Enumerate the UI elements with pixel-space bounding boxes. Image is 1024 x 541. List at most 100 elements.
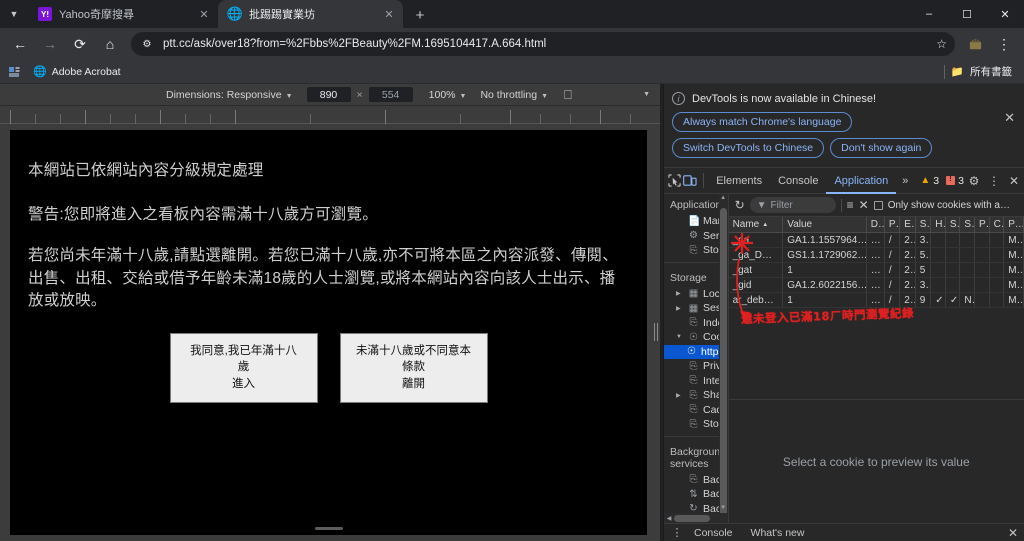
agree-enter-button[interactable]: 我同意,我已年滿十八歲 進入	[169, 332, 318, 403]
dimensions-selector[interactable]: Dimensions: Responsive ▼	[166, 89, 293, 101]
column-header-value[interactable]: Value	[783, 217, 867, 232]
column-label: Name	[732, 219, 760, 230]
cell-crosssite	[990, 248, 1005, 262]
viewport-width-input[interactable]	[306, 87, 351, 102]
always-match-language-button[interactable]: Always match Chrome's language	[672, 112, 853, 132]
column-header-path[interactable]: P…	[885, 217, 901, 232]
table-icon: ▦	[688, 288, 699, 300]
delete-selected-cookie-icon[interactable]: ✕	[859, 198, 869, 212]
database-icon: ⎘	[689, 360, 698, 372]
chevron-right-icon[interactable]: ▶	[676, 392, 684, 399]
all-bookmarks-button[interactable]: 📁 所有書籤	[943, 64, 1016, 79]
yahoo-icon: Y!	[38, 7, 52, 21]
tab-elements[interactable]: Elements	[708, 168, 770, 194]
devtools-language-banner: i DevTools is now available in Chinese! …	[664, 84, 1024, 168]
throttling-selector[interactable]: No throttling ▼	[480, 89, 548, 101]
cookies-table: Name ▲ Value D… P… E… S… H… S… S… P… C… …	[728, 217, 1024, 400]
table-icon: ▦	[688, 302, 699, 314]
scroll-up-icon[interactable]: ▲	[720, 195, 727, 201]
tab-search-icon[interactable]: ▼	[0, 0, 28, 28]
column-header-priority[interactable]: P…	[1004, 217, 1024, 232]
zoom-selector[interactable]: 100% ▼	[429, 89, 467, 101]
home-icon[interactable]: ⌂	[96, 30, 124, 58]
drawer-tab-whats-new[interactable]: What's new	[743, 527, 813, 539]
filter-input[interactable]: ▼ Filter	[749, 197, 836, 213]
address-bar[interactable]: ⚙ ptt.cc/ask/over18?from=%2Fbbs%2FBeauty…	[131, 32, 955, 56]
cell-expires: 2…	[900, 278, 916, 292]
reload-icon[interactable]: ⟳	[66, 30, 94, 58]
column-header-secure[interactable]: S…	[946, 217, 961, 232]
maximize-button[interactable]: ☐	[948, 0, 986, 28]
chevron-down-icon[interactable]: ▼	[676, 334, 684, 340]
column-header-domain[interactable]: D…	[867, 217, 885, 232]
column-header-name[interactable]: Name ▲	[729, 217, 784, 232]
cell-domain: …	[867, 278, 885, 292]
back-icon[interactable]: ←	[6, 30, 34, 58]
close-icon[interactable]: ✕	[1004, 110, 1015, 126]
chevron-right-icon[interactable]: ▶	[676, 305, 684, 312]
site-settings-icon[interactable]: ⚙	[139, 36, 155, 52]
bookmark-star-icon[interactable]: ☆	[936, 37, 947, 51]
cell-path: /	[885, 278, 901, 292]
bookmark-adobe-acrobat[interactable]: 🌐 Adobe Acrobat	[28, 63, 126, 80]
dont-show-again-button[interactable]: Don't show again	[830, 138, 933, 158]
switch-to-chinese-button[interactable]: Switch DevTools to Chinese	[672, 138, 825, 158]
minimize-button[interactable]: –	[910, 0, 948, 28]
table-row[interactable]: _ga_D… GS1.1.1729062… … / 2… 5… M…	[728, 248, 1024, 263]
rotate-device-icon[interactable]: ⎕	[564, 87, 572, 103]
browser-menu-icon[interactable]: ⋮	[990, 30, 1018, 58]
device-toolbar-overflow-icon[interactable]: ▼	[643, 91, 650, 98]
close-icon[interactable]: ✕	[196, 6, 212, 22]
forward-icon[interactable]: →	[36, 30, 64, 58]
close-icon[interactable]: ✕	[381, 6, 397, 22]
inspect-element-icon[interactable]	[667, 169, 682, 193]
decline-leave-button[interactable]: 未滿十八歲或不同意本條款 離開	[339, 332, 488, 403]
chevron-right-icon[interactable]: ▶	[676, 290, 684, 297]
table-row[interactable]: _gat 1 … / 2… 5 M…	[728, 263, 1024, 278]
sidebar-horizontal-scrollbar[interactable]: ◀ ▶	[664, 513, 728, 524]
application-sidebar: Application 📄 Manifest ⚙ Service workers…	[664, 194, 729, 524]
apps-grid-icon[interactable]	[8, 65, 22, 79]
scrollbar-thumb[interactable]	[674, 514, 710, 522]
browser-tab-2[interactable]: 🌐 批踢踢實業坊 ✕	[218, 0, 403, 28]
table-row[interactable]: _gid GA1.2.6022156… … / 2… 3… M…	[728, 278, 1024, 293]
scroll-down-icon[interactable]: ▼	[720, 505, 727, 511]
warning-count-value: 3	[933, 174, 940, 187]
column-header-crosssite[interactable]: C…	[990, 217, 1005, 232]
tab-console[interactable]: Console	[770, 168, 826, 194]
close-devtools-icon[interactable]: ✕	[1004, 169, 1024, 193]
only-show-cookies-checkbox[interactable]	[873, 200, 883, 210]
issue-counts[interactable]: ▲ 3 3	[920, 174, 964, 187]
scrollbar-thumb[interactable]	[719, 208, 727, 524]
table-row[interactable]: _ga GA1.1.1557964… … / 2… 3… M…	[728, 233, 1024, 248]
cell-secure	[946, 278, 961, 292]
sidebar-vertical-scrollbar[interactable]: ▲ ▼	[718, 194, 728, 524]
close-drawer-icon[interactable]: ✕	[1008, 526, 1018, 540]
browser-window: ▼ Y! Yahoo奇摩搜尋 ✕ 🌐 批踢踢實業坊 ✕ + – ☐ ✕ ← → …	[0, 0, 1024, 541]
refresh-icon[interactable]: ↻	[735, 198, 745, 212]
close-window-button[interactable]: ✕	[986, 0, 1024, 28]
column-header-expires[interactable]: E…	[900, 217, 916, 232]
table-row[interactable]: ar_deb… 1 … / 2… 9 ✓ ✓ N… M…	[728, 293, 1024, 308]
viewport-height-input[interactable]	[368, 87, 413, 102]
column-header-size[interactable]: S…	[916, 217, 932, 232]
new-tab-button[interactable]: +	[407, 2, 433, 28]
viewport-resize-handle-bottom[interactable]	[314, 527, 343, 530]
scroll-left-icon[interactable]: ◀	[664, 515, 674, 522]
devtools-menu-icon[interactable]: ⋮	[984, 169, 1004, 193]
drawer-menu-icon[interactable]: ⋮	[670, 526, 684, 539]
info-icon: i	[672, 92, 685, 105]
viewport-resize-handle-right[interactable]	[653, 321, 659, 343]
drawer-tab-console[interactable]: Console	[686, 527, 741, 539]
gear-icon[interactable]: ⚙	[964, 169, 984, 193]
clear-all-cookies-icon[interactable]: ≡	[847, 198, 854, 212]
cell-partition	[975, 248, 990, 262]
browser-tab-1[interactable]: Y! Yahoo奇摩搜尋 ✕	[28, 0, 218, 28]
tab-application[interactable]: Application	[826, 168, 896, 194]
extensions-icon[interactable]	[962, 31, 988, 57]
toggle-device-toolbar-icon[interactable]	[682, 169, 697, 193]
column-header-samesite[interactable]: S…	[960, 217, 976, 232]
column-header-httponly[interactable]: H…	[931, 217, 946, 232]
column-header-partition[interactable]: P…	[975, 217, 990, 232]
more-tabs-icon[interactable]: »	[896, 175, 914, 187]
